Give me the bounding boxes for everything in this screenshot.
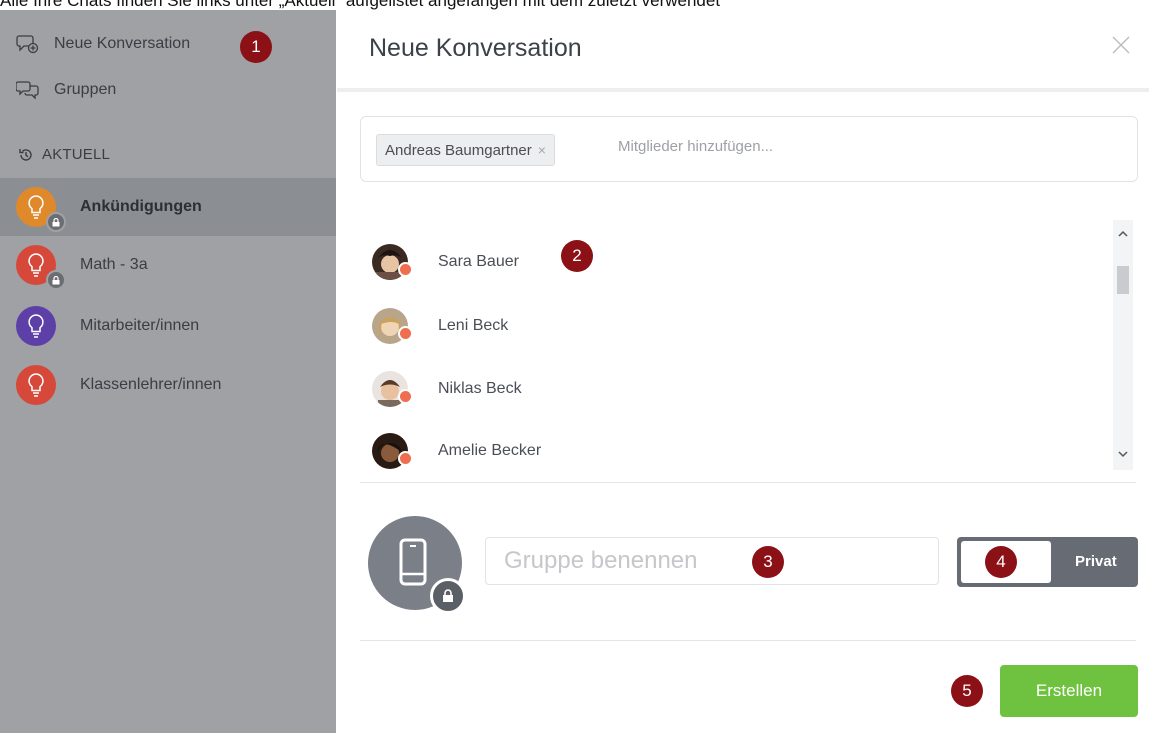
members-field[interactable]: Andreas Baumgartner ×	[360, 116, 1138, 182]
lock-icon	[430, 578, 466, 614]
step-marker: 5	[951, 675, 983, 707]
create-button[interactable]: Erstellen	[1000, 665, 1138, 717]
groups-link[interactable]: Gruppen	[16, 80, 116, 100]
new-conversation-link[interactable]: Neue Konversation	[16, 34, 190, 54]
divider	[360, 482, 1136, 483]
contact-list-scrollbar[interactable]	[1113, 220, 1133, 470]
chat-avatar	[16, 365, 56, 405]
history-icon	[19, 148, 32, 161]
member-chip: Andreas Baumgartner ×	[376, 134, 555, 166]
header-divider	[337, 88, 1149, 92]
step-marker: 2	[561, 240, 593, 272]
sidebar: Neue Konversation Gruppen AKTUELL Ankünd…	[0, 10, 336, 733]
chat-avatar	[16, 306, 56, 346]
lightbulb-icon	[28, 253, 44, 277]
chat-item-math-3a[interactable]: Math - 3a	[0, 236, 336, 294]
new-chat-icon	[16, 35, 39, 54]
chat-label: Mitarbeiter/innen	[80, 317, 200, 334]
contact-name: Niklas Beck	[438, 380, 522, 397]
status-dot	[398, 389, 413, 404]
new-conversation-dialog: Neue Konversation Andreas Baumgartner × …	[337, 10, 1149, 733]
contact-name: Sara Bauer	[438, 253, 519, 270]
dialog-title: Neue Konversation	[369, 34, 582, 62]
step-marker: 1	[240, 31, 272, 63]
status-dot	[398, 451, 413, 466]
recent-section-label: AKTUELL	[42, 146, 111, 163]
group-name-input[interactable]	[485, 537, 939, 585]
scrollbar-thumb[interactable]	[1117, 266, 1129, 294]
add-members-input[interactable]	[616, 137, 1120, 156]
contact-name: Amelie Becker	[438, 442, 542, 459]
chat-item-klassenlehrer[interactable]: Klassenlehrer/innen	[0, 356, 336, 414]
chat-label: Klassenlehrer/innen	[80, 376, 222, 393]
scroll-down-icon[interactable]	[1113, 444, 1133, 464]
step-marker: 4	[985, 546, 1017, 578]
divider	[360, 640, 1136, 641]
close-button[interactable]	[1110, 34, 1132, 56]
chat-item-ankuendigungen[interactable]: Ankündigungen	[0, 178, 336, 236]
close-icon	[1112, 36, 1130, 54]
privacy-label: Privat	[1075, 553, 1117, 570]
member-chip-label: Andreas Baumgartner	[385, 141, 532, 159]
lightbulb-icon	[28, 373, 44, 397]
contact-name: Leni Beck	[438, 317, 509, 334]
lightbulb-icon	[28, 195, 44, 219]
status-dot	[398, 262, 413, 277]
status-dot	[398, 326, 413, 341]
remove-member-icon[interactable]: ×	[538, 142, 546, 158]
lightbulb-icon	[28, 314, 44, 338]
contact-list: Sara Bauer Leni Beck Niklas Beck Amelie …	[360, 220, 1120, 470]
lock-icon	[46, 270, 66, 290]
step-marker: 3	[752, 546, 784, 578]
recent-section-header: AKTUELL	[18, 146, 110, 163]
chat-item-mitarbeiter[interactable]: Mitarbeiter/innen	[0, 297, 336, 355]
lock-icon	[46, 212, 66, 232]
groups-label: Gruppen	[54, 81, 117, 98]
new-conversation-label: Neue Konversation	[54, 35, 191, 52]
chat-label: Ankündigungen	[80, 198, 202, 215]
groups-chat-icon	[16, 81, 39, 100]
chat-label: Math - 3a	[80, 256, 148, 273]
scroll-up-icon[interactable]	[1113, 224, 1133, 244]
